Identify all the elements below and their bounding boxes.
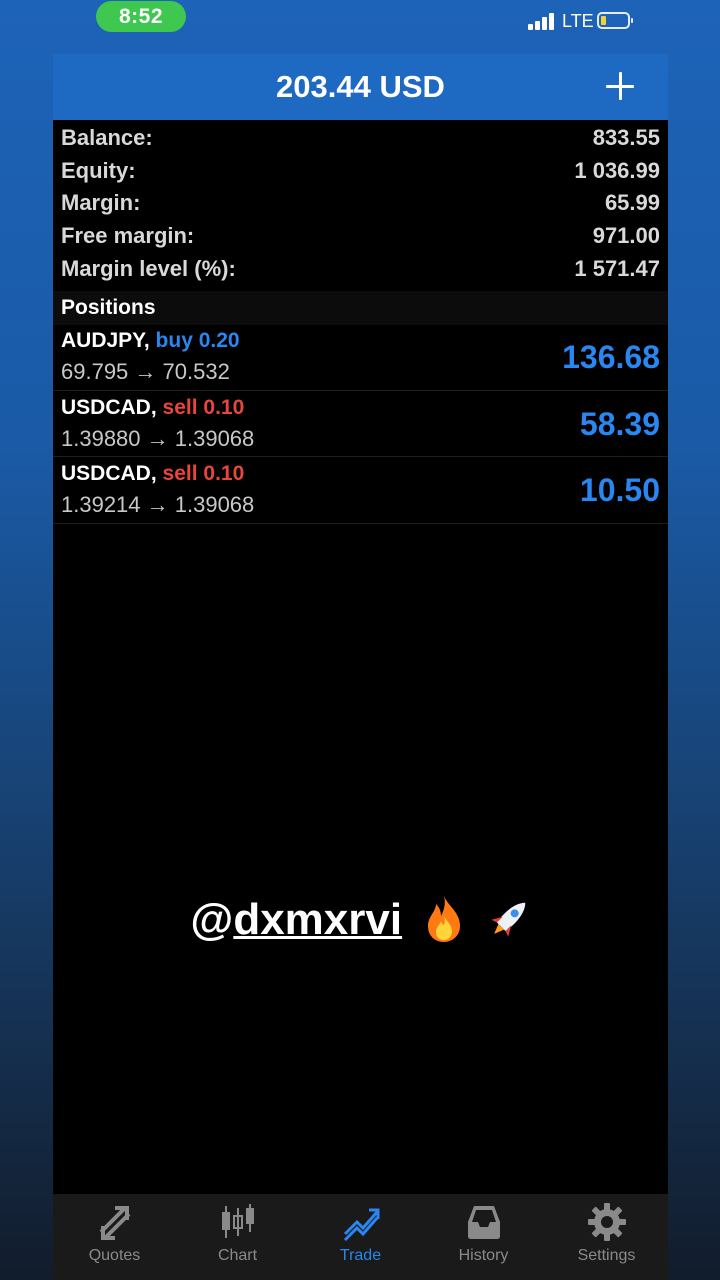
summary-label: Balance: — [61, 125, 153, 151]
trade-icon — [343, 1208, 379, 1242]
summary-value: 833.55 — [592, 125, 660, 151]
page-title: 203.44 USD — [276, 69, 445, 104]
position-volume: 0.10 — [203, 395, 245, 419]
summary-value: 971.00 — [592, 223, 660, 249]
battery-icon — [597, 12, 633, 29]
tab-history[interactable]: History — [422, 1194, 545, 1280]
position-direction: sell — [162, 395, 198, 419]
rocket-icon — [490, 902, 525, 937]
signal-bars-icon — [528, 12, 556, 30]
handle-name[interactable]: dxmxrvi — [233, 895, 402, 944]
handle-at: @ — [190, 895, 234, 944]
summary-row-margin: Margin: 65.99 — [53, 187, 668, 220]
summary-label: Margin: — [61, 190, 141, 216]
trade-screen: 203.44 USD Balance: 833.55 Equity: 1 036… — [53, 54, 668, 1280]
summary-value: 1 036.99 — [574, 157, 660, 183]
tab-chart[interactable]: Chart — [176, 1194, 299, 1280]
chart-icon — [221, 1204, 254, 1238]
gear-icon — [587, 1203, 626, 1241]
bottom-tab-bar: Quotes Chart Trade History Settings — [53, 1194, 668, 1280]
network-type: LTE — [562, 11, 594, 31]
summary-row-balance: Balance: 833.55 — [53, 122, 668, 155]
tab-label: Quotes — [88, 1247, 141, 1264]
position-row[interactable]: USDCAD, sell 0.10 1.39214 → 1.39068 10.5… — [53, 457, 668, 524]
summary-label: Equity: — [61, 157, 136, 183]
tab-settings[interactable]: Settings — [545, 1194, 668, 1280]
position-profit: 136.68 — [562, 339, 660, 375]
position-symbol: USDCAD, — [61, 462, 157, 486]
account-summary: Balance: 833.55 Equity: 1 036.99 Margin:… — [53, 122, 668, 285]
summary-label: Free margin: — [61, 223, 195, 249]
tab-label: Trade — [339, 1247, 382, 1264]
summary-row-equity: Equity: 1 036.99 — [53, 155, 668, 188]
tab-label: Chart — [217, 1247, 258, 1264]
summary-label: Margin level (%): — [61, 255, 236, 281]
summary-row-free-margin: Free margin: 971.00 — [53, 220, 668, 253]
handle-overlay: @dxmxrvi — [53, 894, 668, 945]
tab-label: Settings — [577, 1247, 636, 1264]
tab-label: History — [458, 1247, 509, 1264]
position-volume: 0.10 — [203, 462, 245, 486]
summary-value: 1 571.47 — [574, 255, 660, 281]
position-prices: 1.39214 → 1.39068 — [61, 492, 255, 518]
status-time[interactable]: 8:52 — [96, 1, 186, 32]
position-title: USDCAD, sell 0.10 — [61, 396, 244, 420]
position-symbol: USDCAD, — [61, 395, 157, 419]
positions-list: AUDJPY, buy 0.20 69.795 → 70.532 136.68 … — [53, 324, 668, 524]
fire-icon — [428, 896, 461, 942]
position-prices: 69.795 → 70.532 — [61, 359, 230, 384]
position-prices: 1.39880 → 1.39068 — [61, 425, 255, 451]
tab-trade[interactable]: Trade — [299, 1194, 422, 1280]
position-profit: 58.39 — [579, 405, 660, 442]
position-row[interactable]: AUDJPY, buy 0.20 69.795 → 70.532 136.68 — [53, 324, 668, 391]
tab-quotes[interactable]: Quotes — [53, 1194, 176, 1280]
position-row[interactable]: USDCAD, sell 0.10 1.39880 → 1.39068 58.3… — [53, 391, 668, 458]
position-symbol: AUDJPY, — [61, 329, 150, 352]
position-direction: buy — [155, 329, 193, 352]
position-title: USDCAD, sell 0.10 — [61, 462, 244, 486]
status-bar: 8:52 LTE — [0, 0, 720, 44]
header: 203.44 USD — [53, 54, 668, 120]
summary-value: 65.99 — [604, 190, 660, 216]
position-title: AUDJPY, buy 0.20 — [61, 329, 240, 353]
position-volume: 0.20 — [198, 329, 240, 352]
summary-row-margin-level: Margin level (%): 1 571.47 — [53, 252, 668, 285]
add-order-button[interactable] — [604, 70, 636, 102]
history-icon — [467, 1206, 500, 1239]
position-direction: sell — [162, 462, 198, 486]
quotes-icon — [99, 1206, 130, 1240]
positions-section-header: Positions — [53, 291, 668, 325]
position-profit: 10.50 — [579, 472, 660, 509]
